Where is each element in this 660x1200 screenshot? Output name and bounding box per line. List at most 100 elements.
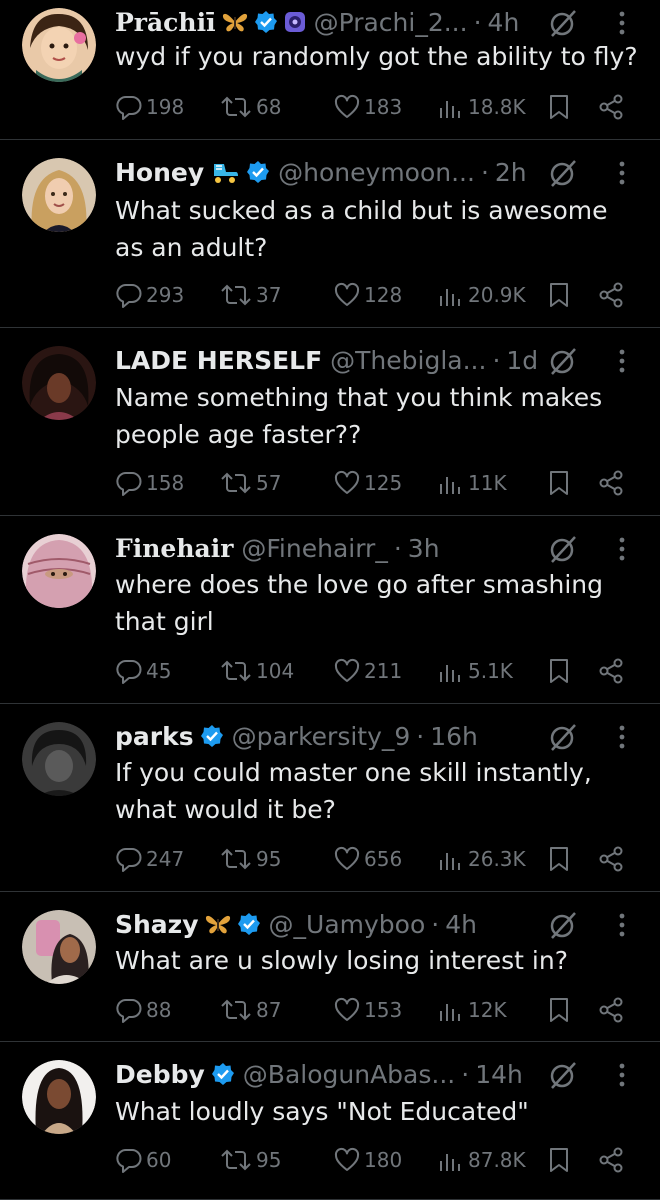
tweet-actions: 88 87 153 12K: [115, 993, 635, 1027]
views-button[interactable]: 26.3K: [437, 842, 526, 876]
bookmark-icon[interactable]: [547, 845, 571, 878]
display-name[interactable]: Finehair: [115, 534, 233, 563]
like-button[interactable]: 153: [333, 993, 402, 1027]
avatar[interactable]: [22, 722, 96, 796]
views-icon: [440, 1004, 460, 1021]
timestamp[interactable]: 16h: [430, 722, 478, 751]
user-handle[interactable]: @Prachi_2...: [314, 8, 468, 37]
share-icon[interactable]: [597, 93, 625, 126]
grok-icon[interactable]: [548, 158, 578, 188]
tweet-actions: 198 68 183 18.8K: [115, 90, 635, 124]
tweet-header: Finehair @Finehairr_ · 3h: [115, 530, 440, 566]
like-button[interactable]: 180: [333, 1143, 402, 1177]
timestamp[interactable]: 4h: [445, 910, 477, 939]
display-name[interactable]: Shazy: [115, 910, 199, 939]
display-name[interactable]: Debby: [115, 1060, 205, 1089]
tweet-text: What are u slowly losing interest in?: [115, 946, 568, 975]
more-options-icon[interactable]: [612, 910, 632, 940]
timestamp[interactable]: 4h: [488, 8, 520, 37]
reply-icon: [116, 471, 142, 496]
bookmark-icon[interactable]: [547, 657, 571, 690]
avatar[interactable]: [22, 534, 96, 608]
display-name[interactable]: LADE HERSELF: [115, 346, 322, 375]
more-options-icon[interactable]: [612, 158, 632, 188]
timestamp[interactable]: 1d: [506, 346, 538, 375]
like-button[interactable]: 211: [333, 654, 402, 688]
like-button[interactable]: 125: [333, 466, 402, 500]
grok-icon[interactable]: [548, 910, 578, 940]
bookmark-icon[interactable]: [547, 996, 571, 1029]
views-button[interactable]: 12K: [437, 993, 507, 1027]
retweet-button[interactable]: 37: [219, 278, 281, 312]
grok-icon[interactable]: [548, 722, 578, 752]
avatar[interactable]: [22, 158, 96, 232]
share-icon[interactable]: [597, 1146, 625, 1179]
bookmark-icon[interactable]: [547, 1146, 571, 1179]
views-button[interactable]: 87.8K: [437, 1143, 526, 1177]
reply-button[interactable]: 198: [115, 90, 184, 124]
avatar[interactable]: [22, 8, 96, 82]
more-options-icon[interactable]: [612, 8, 632, 38]
reply-button[interactable]: 60: [115, 1143, 171, 1177]
user-handle[interactable]: @honeymoon...: [278, 158, 475, 187]
timestamp[interactable]: 3h: [408, 534, 440, 563]
more-options-icon[interactable]: [612, 346, 632, 376]
grok-icon[interactable]: [548, 1060, 578, 1090]
reply-button[interactable]: 293: [115, 278, 184, 312]
tweet[interactable]: Shazy @_Uamyboo · 4h What are u slowly l…: [0, 892, 660, 1042]
share-icon[interactable]: [597, 996, 625, 1029]
reply-button[interactable]: 158: [115, 466, 184, 500]
like-button[interactable]: 128: [333, 278, 402, 312]
tweet[interactable]: Finehair @Finehairr_ · 3h where does the…: [0, 516, 660, 704]
views-button[interactable]: 11K: [437, 466, 507, 500]
share-icon[interactable]: [597, 657, 625, 690]
user-handle[interactable]: @_Uamyboo: [269, 910, 426, 939]
user-handle[interactable]: @BalogunAbas...: [243, 1060, 455, 1089]
retweet-button[interactable]: 95: [219, 1143, 281, 1177]
timestamp[interactable]: 2h: [495, 158, 527, 187]
share-icon[interactable]: [597, 845, 625, 878]
like-button[interactable]: 656: [333, 842, 402, 876]
views-button[interactable]: 18.8K: [437, 90, 526, 124]
retweet-button[interactable]: 104: [219, 654, 294, 688]
tweet-actions: 293 37 128 20.9K: [115, 278, 635, 312]
user-handle[interactable]: @Finehairr_: [241, 534, 387, 563]
like-button[interactable]: 183: [333, 90, 402, 124]
timestamp[interactable]: 14h: [475, 1060, 523, 1089]
bookmark-icon[interactable]: [547, 93, 571, 126]
tweet[interactable]: Honey @honeymoon... · 2h What sucked as …: [0, 140, 660, 328]
share-icon[interactable]: [597, 469, 625, 502]
tweet[interactable]: parks @parkersity_9 · 16h If you could m…: [0, 704, 660, 892]
more-options-icon[interactable]: [612, 722, 632, 752]
reply-button[interactable]: 247: [115, 842, 184, 876]
avatar[interactable]: [22, 346, 96, 420]
views-button[interactable]: 5.1K: [437, 654, 513, 688]
bookmark-icon[interactable]: [547, 469, 571, 502]
retweet-button[interactable]: 87: [219, 993, 281, 1027]
display-name[interactable]: Prāchiī: [115, 8, 216, 37]
tweet[interactable]: Prāchiī @Prachi_2... · 4h wyd if you ran…: [0, 0, 660, 140]
retweet-icon: [221, 848, 251, 870]
grok-icon[interactable]: [548, 8, 578, 38]
user-handle[interactable]: @parkersity_9: [232, 722, 411, 751]
retweet-button[interactable]: 95: [219, 842, 281, 876]
grok-icon[interactable]: [548, 346, 578, 376]
display-name[interactable]: parks: [115, 722, 194, 751]
avatar[interactable]: [22, 1060, 96, 1134]
views-button[interactable]: 20.9K: [437, 278, 526, 312]
retweet-button[interactable]: 57: [219, 466, 281, 500]
user-handle[interactable]: @Thebigla...: [330, 346, 486, 375]
reply-button[interactable]: 45: [115, 654, 171, 688]
reply-button[interactable]: 88: [115, 993, 171, 1027]
avatar[interactable]: [22, 910, 96, 984]
more-options-icon[interactable]: [612, 534, 632, 564]
retweet-button[interactable]: 68: [219, 90, 281, 124]
tweet[interactable]: LADE HERSELF @Thebigla... · 1d Name some…: [0, 328, 660, 516]
retweet-count: 37: [256, 283, 282, 307]
more-options-icon[interactable]: [612, 1060, 632, 1090]
share-icon[interactable]: [597, 281, 625, 314]
display-name[interactable]: Honey: [115, 158, 204, 187]
grok-icon[interactable]: [548, 534, 578, 564]
tweet[interactable]: Debby @BalogunAbas... · 14h What loudly …: [0, 1042, 660, 1200]
bookmark-icon[interactable]: [547, 281, 571, 314]
